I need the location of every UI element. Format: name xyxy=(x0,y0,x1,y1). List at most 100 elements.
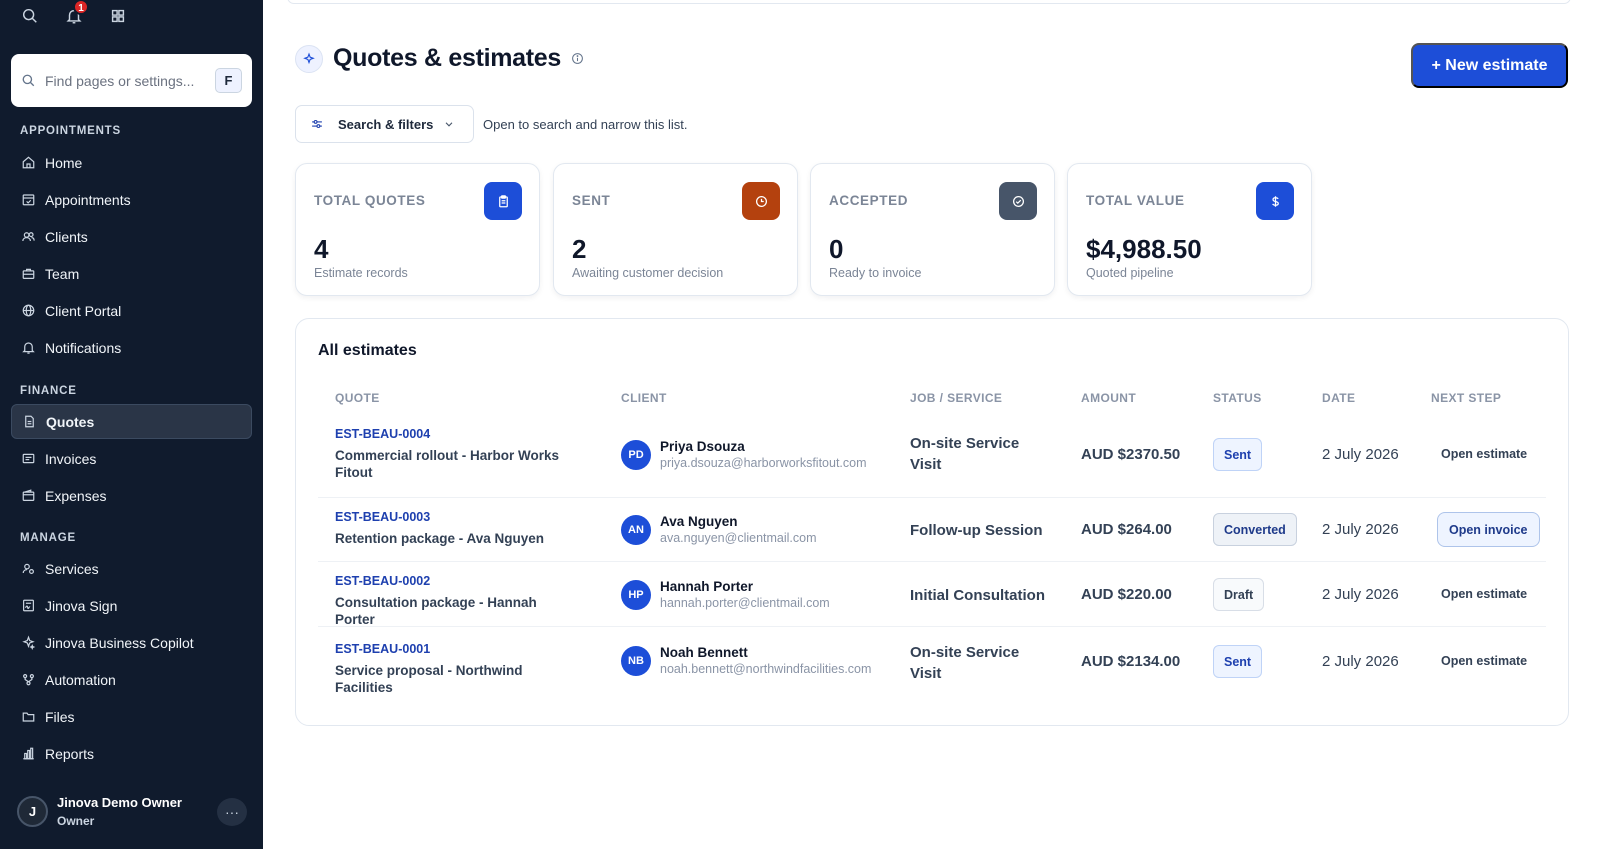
sidebar-item-copilot[interactable]: Jinova Business Copilot xyxy=(11,625,252,660)
apps-grid-icon[interactable] xyxy=(108,6,128,26)
sidebar-item-label: Expenses xyxy=(45,487,107,504)
sidebar-item-clients[interactable]: Clients xyxy=(11,219,252,254)
search-icon xyxy=(22,74,35,87)
stat-label: ACCEPTED xyxy=(829,193,909,208)
client-email: noah.bennett@northwindfacilities.com xyxy=(660,662,872,676)
user-name: Jinova Demo Owner xyxy=(57,795,182,810)
quote-name: Commercial rollout - Harbor Works Fitout xyxy=(335,448,560,480)
sidebar-item-automation[interactable]: Automation xyxy=(11,662,252,697)
date: 2 July 2026 xyxy=(1322,446,1399,463)
column-header-amount: AMOUNT xyxy=(1081,391,1137,405)
sparkle-icon xyxy=(295,44,323,73)
sidebar-item-home[interactable]: Home xyxy=(11,145,252,180)
globe-icon xyxy=(22,304,35,317)
open-invoice-button[interactable]: Open invoice xyxy=(1437,512,1540,547)
new-estimate-button[interactable]: + New estimate xyxy=(1411,43,1568,88)
quote-id-link[interactable]: EST-BEAU-0001 xyxy=(335,642,580,656)
sidebar-item-label: Services xyxy=(45,560,99,577)
client-name: Priya Dsouza xyxy=(660,439,745,454)
stat-card-total-value: TOTAL VALUE $4,988.50 Quoted pipeline xyxy=(1067,163,1312,296)
stat-card-accepted: ACCEPTED 0 Ready to invoice xyxy=(810,163,1055,296)
quote-id-link[interactable]: EST-BEAU-0003 xyxy=(335,510,580,524)
sliders-icon xyxy=(312,119,322,129)
stat-subtitle: Quoted pipeline xyxy=(1086,266,1174,280)
more-options-button[interactable]: ··· xyxy=(217,797,247,826)
document-icon xyxy=(25,415,34,428)
sidebar-search-input[interactable]: Find pages or settings... F xyxy=(11,54,252,107)
table-row[interactable]: EST-BEAU-0002 Consultation package - Han… xyxy=(318,562,1546,627)
sidebar-item-label: Client Portal xyxy=(45,302,122,319)
sidebar-item-label: Invoices xyxy=(45,450,97,467)
calendar-icon xyxy=(22,194,35,206)
quote-name: Service proposal - Northwind Facilities xyxy=(335,663,523,695)
sidebar-top-icons: 1 xyxy=(20,0,128,26)
sidebar-item-services[interactable]: Services xyxy=(11,551,252,586)
sidebar-item-jinova-sign[interactable]: Jinova Sign xyxy=(11,588,252,623)
sparkle-icon xyxy=(22,635,36,650)
status-badge: Draft xyxy=(1213,578,1265,611)
table-row[interactable]: EST-BEAU-0003 Retention package - Ava Ng… xyxy=(318,498,1546,562)
client-email: priya.dsouza@harborworksfitout.com xyxy=(660,456,867,470)
quote-id-link[interactable]: EST-BEAU-0004 xyxy=(335,427,580,441)
quote-name: Consultation package - Hannah Porter xyxy=(335,595,537,627)
dollar-icon xyxy=(1256,182,1294,220)
sidebar-item-client-portal[interactable]: Client Portal xyxy=(11,293,252,328)
sidebar-item-files[interactable]: Files xyxy=(11,699,252,734)
client-cell: AN Ava Nguyen ava.nguyen@clientmail.com xyxy=(621,514,890,545)
page-header: Quotes & estimates xyxy=(295,44,584,73)
sidebar-item-appointments[interactable]: Appointments xyxy=(11,182,252,217)
bar-chart-icon xyxy=(23,747,34,760)
amount: AUD $220.00 xyxy=(1081,586,1172,603)
job-service: Initial Consultation xyxy=(910,587,1045,604)
services-users-icon xyxy=(22,563,34,574)
user-profile[interactable]: J Jinova Demo Owner Owner ··· xyxy=(17,795,247,828)
stat-card-sent: SENT 2 Awaiting customer decision xyxy=(553,163,798,296)
avatar: PD xyxy=(621,439,651,470)
quote-cell: EST-BEAU-0003 Retention package - Ava Ng… xyxy=(335,510,580,547)
avatar: J xyxy=(17,796,48,827)
sidebar-item-quotes[interactable]: Quotes xyxy=(11,404,252,439)
clock-icon xyxy=(742,182,780,220)
clipboard-icon xyxy=(484,182,522,220)
status-badge: Sent xyxy=(1213,645,1263,678)
check-circle-icon xyxy=(999,182,1037,220)
client-cell: HP Hannah Porter hannah.porter@clientmai… xyxy=(621,579,890,610)
sidebar-item-reports[interactable]: Reports xyxy=(11,736,252,771)
stat-value: 0 xyxy=(829,234,844,264)
receipt-icon xyxy=(22,453,35,464)
filter-button-label: Search & filters xyxy=(338,116,434,132)
stat-card-total-quotes: TOTAL QUOTES 4 Estimate records xyxy=(295,163,540,296)
search-icon[interactable] xyxy=(20,6,40,26)
column-header-job: JOB / SERVICE xyxy=(910,391,1003,405)
column-header-quote: QUOTE xyxy=(335,391,380,405)
open-estimate-link[interactable]: Open estimate xyxy=(1441,654,1527,668)
client-name: Hannah Porter xyxy=(660,579,754,594)
sidebar-item-expenses[interactable]: Expenses xyxy=(11,478,252,513)
info-icon[interactable] xyxy=(571,52,584,65)
date: 2 July 2026 xyxy=(1322,521,1399,538)
sidebar-item-team[interactable]: Team xyxy=(11,256,252,291)
column-header-next-step: NEXT STEP xyxy=(1431,391,1502,405)
sidebar-item-notifications[interactable]: Notifications xyxy=(11,330,252,365)
folder-icon xyxy=(22,712,35,722)
table-row[interactable]: EST-BEAU-0001 Service proposal - Northwi… xyxy=(318,627,1546,699)
open-estimate-link[interactable]: Open estimate xyxy=(1441,447,1527,461)
workflow-icon xyxy=(23,674,34,686)
stat-value: $4,988.50 xyxy=(1086,234,1202,264)
search-filters-button[interactable]: Search & filters xyxy=(295,105,474,143)
client-cell: PD Priya Dsouza priya.dsouza@harborworks… xyxy=(621,439,890,470)
stat-value: 2 xyxy=(572,234,587,264)
table-row[interactable]: EST-BEAU-0004 Commercial rollout - Harbo… xyxy=(318,413,1546,498)
bell-icon[interactable]: 1 xyxy=(64,0,89,26)
sidebar-item-invoices[interactable]: Invoices xyxy=(11,441,252,476)
sidebar-item-label: Appointments xyxy=(45,191,131,208)
sidebar-item-label: Home xyxy=(45,154,83,171)
job-service: Follow-up Session xyxy=(910,522,1043,539)
open-estimate-link[interactable]: Open estimate xyxy=(1441,587,1527,601)
user-role: Owner xyxy=(57,814,95,828)
stat-subtitle: Ready to invoice xyxy=(829,266,922,280)
amount: AUD $264.00 xyxy=(1081,521,1172,538)
quote-id-link[interactable]: EST-BEAU-0002 xyxy=(335,574,580,588)
column-header-status: STATUS xyxy=(1213,391,1262,405)
column-header-client: CLIENT xyxy=(621,391,667,405)
